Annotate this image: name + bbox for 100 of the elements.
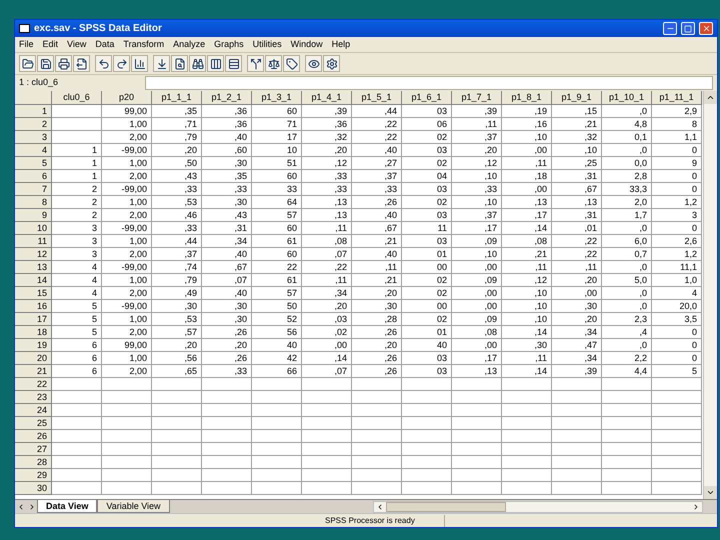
- eye-icon[interactable]: [305, 55, 322, 72]
- row-header[interactable]: 16: [15, 300, 52, 313]
- menu-item[interactable]: View: [67, 38, 86, 52]
- row-header[interactable]: 11: [15, 235, 52, 248]
- row-header[interactable]: 13: [15, 261, 52, 274]
- row-header[interactable]: 25: [15, 417, 52, 430]
- menu-item[interactable]: Data: [95, 38, 114, 52]
- column-header[interactable]: p1_6_1: [402, 91, 452, 105]
- table-cell: 00: [402, 261, 452, 274]
- row-header[interactable]: 6: [15, 170, 52, 183]
- column-header[interactable]: p1_5_1: [352, 91, 402, 105]
- save-icon[interactable]: [37, 55, 54, 72]
- menu-item[interactable]: Edit: [42, 38, 58, 52]
- column-header[interactable]: p1_9_1: [552, 91, 602, 105]
- scroll-down-icon[interactable]: [704, 486, 717, 499]
- empty-cell: [602, 456, 652, 469]
- column-header[interactable]: p20: [102, 91, 152, 105]
- menu-item[interactable]: Help: [332, 38, 350, 52]
- row-header[interactable]: 3: [15, 131, 52, 144]
- row-header[interactable]: 9: [15, 209, 52, 222]
- binoculars-icon[interactable]: [189, 55, 206, 72]
- row-header[interactable]: 10: [15, 222, 52, 235]
- minimize-button[interactable]: [663, 22, 677, 35]
- table-cell: 11: [402, 222, 452, 235]
- column-header[interactable]: p1_4_1: [302, 91, 352, 105]
- table-cell: 5: [52, 300, 102, 313]
- menu-item[interactable]: Analyze: [173, 38, 206, 52]
- settings-icon[interactable]: [323, 55, 340, 72]
- close-button[interactable]: [699, 22, 713, 35]
- empty-cell: [102, 378, 152, 391]
- row-header[interactable]: 22: [15, 378, 52, 391]
- menu-item[interactable]: Graphs: [214, 38, 244, 52]
- table-cell: ,53: [152, 196, 202, 209]
- row-header[interactable]: 15: [15, 287, 52, 300]
- row-header[interactable]: 12: [15, 248, 52, 261]
- table-cell: ,31: [202, 222, 252, 235]
- view-tab[interactable]: Variable View: [97, 500, 170, 513]
- row-header[interactable]: 2: [15, 118, 52, 131]
- table-cell: 2,2: [602, 352, 652, 365]
- menu-item[interactable]: File: [19, 38, 34, 52]
- column-header[interactable]: p1_7_1: [452, 91, 502, 105]
- column-header[interactable]: p1_3_1: [252, 91, 302, 105]
- row-header[interactable]: 28: [15, 456, 52, 469]
- empty-cell: [352, 482, 402, 495]
- redo-icon[interactable]: [113, 55, 130, 72]
- empty-cell: [252, 391, 302, 404]
- table-cell: ,35: [152, 105, 202, 118]
- table-cell: ,30: [202, 300, 252, 313]
- row-header[interactable]: 19: [15, 339, 52, 352]
- row-header[interactable]: 14: [15, 274, 52, 287]
- row-header[interactable]: 30: [15, 482, 52, 495]
- column-header[interactable]: p1_2_1: [202, 91, 252, 105]
- row-header[interactable]: 4: [15, 144, 52, 157]
- vertical-scrollbar[interactable]: [703, 91, 717, 499]
- menu-item[interactable]: Transform: [123, 38, 164, 52]
- row-header[interactable]: 8: [15, 196, 52, 209]
- close-icon[interactable]: [702, 24, 710, 33]
- row-header[interactable]: 23: [15, 391, 52, 404]
- row-header[interactable]: 7: [15, 183, 52, 196]
- table-cell: 0: [652, 183, 702, 196]
- maximize-icon[interactable]: [684, 24, 692, 32]
- row-header[interactable]: 1: [15, 105, 52, 118]
- row-header[interactable]: 29: [15, 469, 52, 482]
- scroll-thumb[interactable]: [386, 502, 506, 512]
- folder-icon[interactable]: [19, 55, 36, 72]
- menu-item[interactable]: Window: [290, 38, 323, 52]
- row-header[interactable]: 17: [15, 313, 52, 326]
- row-header[interactable]: 5: [15, 157, 52, 170]
- table-cell: 0,1: [602, 131, 652, 144]
- table-cell: 66: [252, 365, 302, 378]
- column-header[interactable]: p1_1_1: [152, 91, 202, 105]
- menu-item[interactable]: Utilities: [252, 38, 282, 52]
- column-header[interactable]: p1_11_1: [652, 91, 702, 105]
- empty-cell: [552, 378, 602, 391]
- table-cell: 2,00: [102, 365, 152, 378]
- scroll-up-icon[interactable]: [704, 91, 717, 104]
- row-header[interactable]: 20: [15, 352, 52, 365]
- column-header[interactable]: p1_8_1: [502, 91, 552, 105]
- table-cell: ,43: [152, 170, 202, 183]
- printer-icon[interactable]: [55, 55, 72, 72]
- row-header[interactable]: 24: [15, 404, 52, 417]
- table-cell: ,34: [552, 352, 602, 365]
- row-header[interactable]: 27: [15, 443, 52, 456]
- empty-cell: [452, 443, 502, 456]
- view-tab[interactable]: Data View: [37, 500, 98, 513]
- maximize-button[interactable]: [681, 22, 695, 35]
- row-header[interactable]: 18: [15, 326, 52, 339]
- window-title: exc.sav - SPSS Data Editor: [34, 22, 163, 36]
- row-header[interactable]: 26: [15, 430, 52, 443]
- tag-icon[interactable]: [283, 55, 300, 72]
- empty-cell: [552, 469, 602, 482]
- column-header[interactable]: p1_10_1: [602, 91, 652, 105]
- row-header[interactable]: 21: [15, 365, 52, 378]
- horizontal-scrollbar[interactable]: [373, 500, 703, 512]
- table-cell: ,33: [152, 222, 202, 235]
- undo-icon[interactable]: [95, 55, 112, 72]
- chart-icon[interactable]: [131, 55, 148, 72]
- table-cell: 64: [252, 196, 302, 209]
- cell-editor-field[interactable]: [145, 76, 713, 90]
- column-header[interactable]: clu0_6: [52, 91, 102, 105]
